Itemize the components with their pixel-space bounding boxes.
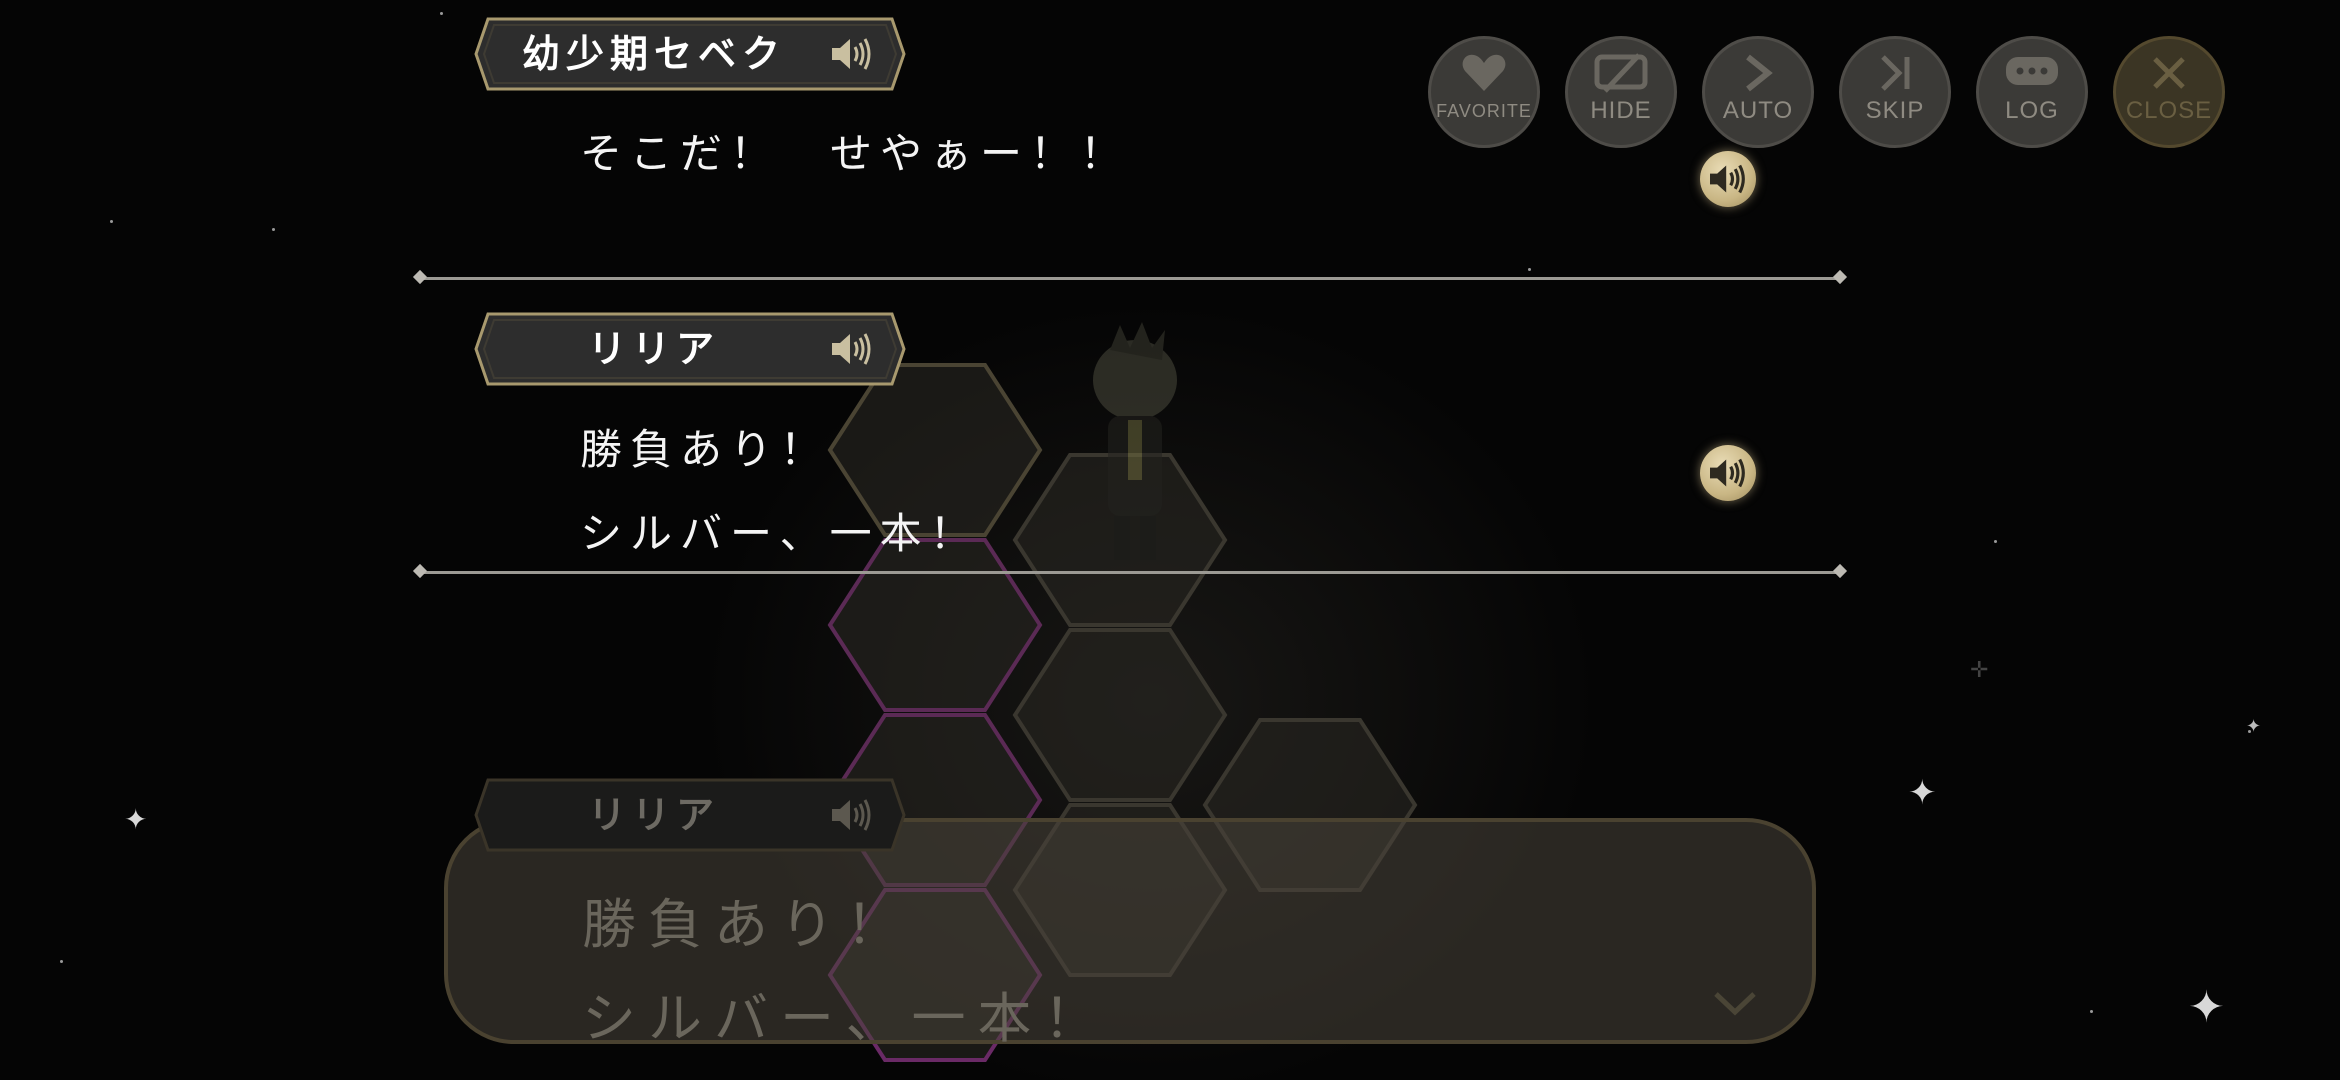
dialogue-line: 勝負あり！ xyxy=(580,425,831,474)
dialogue-line: そこだ！ せやぁー！！ xyxy=(580,129,1131,178)
log-label: LOG xyxy=(2005,97,2059,124)
background-sparkle: ✦ xyxy=(2188,982,2225,1033)
background-sparkle: ✛ xyxy=(1970,658,1989,683)
speaker-name: 幼少期セベク xyxy=(521,32,786,76)
hide-icon xyxy=(1568,53,1674,97)
hide-label: HIDE xyxy=(1590,97,1652,124)
auto-button[interactable]: AUTO xyxy=(1702,36,1814,148)
favorite-button[interactable]: FAVORITE xyxy=(1428,36,1540,148)
close-icon xyxy=(2116,53,2222,97)
speech-bubble-icon xyxy=(1979,53,2085,97)
speaker-sound-icon xyxy=(830,34,874,74)
speaker-icon xyxy=(1710,164,1745,194)
hide-button[interactable]: HIDE xyxy=(1565,36,1677,148)
background-star xyxy=(1994,540,1997,543)
close-label: CLOSE xyxy=(2125,97,2213,124)
background-star xyxy=(272,228,275,231)
background-sparkle: ✦ xyxy=(124,803,148,836)
skip-button[interactable]: SKIP xyxy=(1839,36,1951,148)
dialogue-speaker-name: リリア xyxy=(587,793,720,837)
log-button[interactable]: LOG xyxy=(1976,36,2088,148)
speaker-sound-icon xyxy=(830,329,874,369)
auto-label: AUTO xyxy=(1722,97,1794,124)
speaker-name: リリア xyxy=(587,327,720,371)
background-star xyxy=(60,960,63,963)
dialogue-text-line: 勝負あり！ xyxy=(582,893,912,956)
skip-icon xyxy=(1842,53,1948,97)
background-sparkle: ✦ xyxy=(1908,773,1937,813)
heart-icon xyxy=(1431,53,1537,97)
speaker-icon xyxy=(1710,458,1745,488)
speaker-name-plate: リリア xyxy=(474,312,906,386)
background-star xyxy=(1528,268,1531,271)
dialogue-text-line: シルバー、一本！ xyxy=(582,987,1110,1050)
dialogue-speaker-plate: リリア xyxy=(474,778,906,852)
background-sparkle: ✦ xyxy=(2246,716,2262,737)
background-star xyxy=(440,12,443,15)
speaker-name-plate: 幼少期セベク xyxy=(474,17,906,91)
dialogue-line: シルバー、一本！ xyxy=(580,509,980,558)
speaker-sound-icon xyxy=(830,795,874,835)
character-sprite xyxy=(1093,322,1177,560)
close-button[interactable]: CLOSE xyxy=(2113,36,2225,148)
chevron-down-icon xyxy=(1714,992,1756,1016)
voice-replay-button[interactable] xyxy=(1700,445,1756,501)
favorite-label: FAVORITE xyxy=(1436,101,1532,121)
background-star xyxy=(2090,1010,2093,1013)
log-divider xyxy=(420,277,1840,280)
skip-label: SKIP xyxy=(1865,97,1925,124)
voice-replay-button[interactable] xyxy=(1700,151,1756,207)
background-star xyxy=(110,220,113,223)
play-arrow-icon xyxy=(1705,53,1811,97)
log-divider xyxy=(420,571,1840,574)
